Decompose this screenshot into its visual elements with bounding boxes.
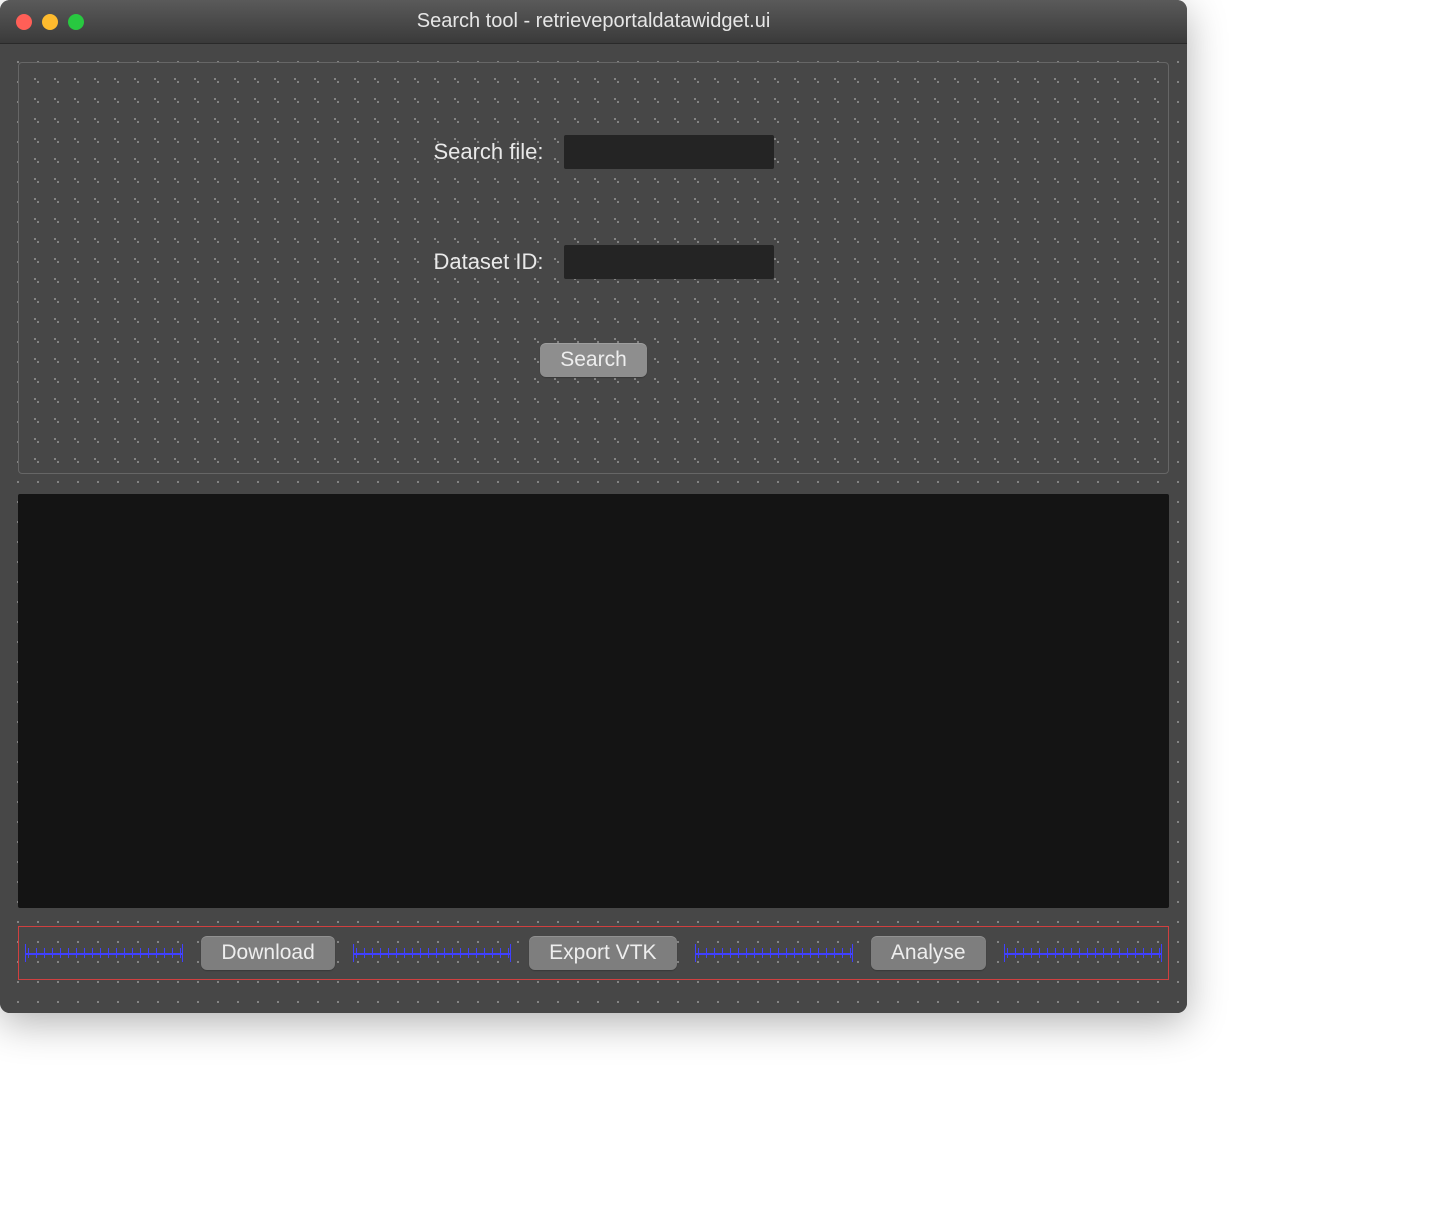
close-icon[interactable] — [16, 14, 32, 30]
layout-spacer-icon — [1004, 944, 1162, 962]
download-button[interactable]: Download — [201, 936, 334, 970]
search-button[interactable]: Search — [540, 343, 647, 377]
results-list[interactable] — [18, 494, 1169, 908]
titlebar[interactable]: Search tool - retrieveportaldatawidget.u… — [0, 0, 1187, 44]
layout-spacer-icon — [353, 944, 511, 962]
layout-spacer-icon — [695, 944, 853, 962]
layout-spacer-icon — [25, 944, 183, 962]
search-file-row: Search file: — [39, 131, 1148, 173]
search-button-row: Search — [39, 343, 1148, 377]
dataset-id-input[interactable] — [564, 245, 774, 279]
designer-canvas[interactable]: Search file: Dataset ID: Search Download… — [0, 44, 1187, 1013]
search-file-input[interactable] — [564, 135, 774, 169]
window-title: Search tool - retrieveportaldatawidget.u… — [14, 10, 1173, 33]
dataset-id-row: Dataset ID: — [39, 241, 1148, 283]
bottom-button-row: Download Export VTK Analyse — [18, 926, 1169, 980]
window-controls — [16, 14, 84, 30]
analyse-button[interactable]: Analyse — [871, 936, 986, 970]
export-vtk-button[interactable]: Export VTK — [529, 936, 676, 970]
maximize-icon[interactable] — [68, 14, 84, 30]
dataset-id-label: Dataset ID: — [414, 249, 544, 275]
window: Search tool - retrieveportaldatawidget.u… — [0, 0, 1187, 1013]
search-file-label: Search file: — [414, 139, 544, 165]
search-groupbox: Search file: Dataset ID: Search — [18, 62, 1169, 474]
minimize-icon[interactable] — [42, 14, 58, 30]
